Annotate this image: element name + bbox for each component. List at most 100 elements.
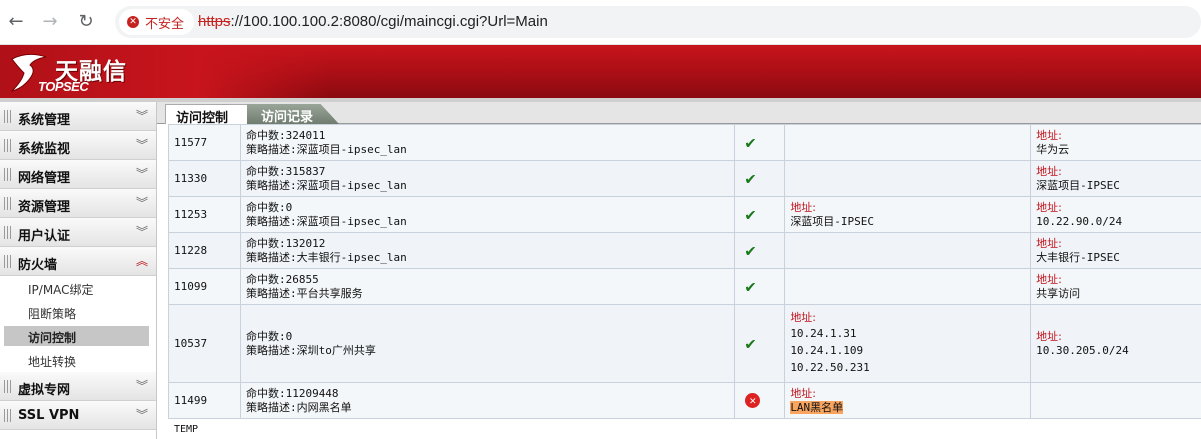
url-path: ://100.100.100.2:8080/cgi/maincgi.cgi?Ur… [230, 13, 548, 30]
check-icon[interactable]: ✔ [745, 169, 755, 189]
security-label: 不安全 [145, 16, 185, 32]
rule-id-cell: 11099 [168, 268, 241, 305]
sidebar: 系统管理 ︾ 系统监视 ︾ 网络管理 ︾ 资源管理 ︾ 用户认证 ︾ 防火墙 ︽… [0, 102, 157, 439]
rule-status-cell[interactable]: ✔ [734, 232, 786, 269]
rule-dest-cell: 地址: 大丰银行-IPSEC [1030, 232, 1201, 269]
grip-icon [4, 110, 12, 123]
check-icon[interactable]: ✔ [745, 241, 755, 261]
menu-network-management[interactable]: 网络管理 ︾ [0, 160, 156, 189]
grip-icon [4, 255, 12, 268]
sidebar-item-nat[interactable]: 地址转换 [0, 348, 156, 372]
check-icon[interactable]: ✔ [745, 205, 755, 225]
policy-description: 策略描述:大丰银行-ipsec_lan [245, 250, 407, 264]
rule-source-cell [784, 160, 1032, 197]
menu-firewall[interactable]: 防火墙 ︽ [0, 247, 156, 276]
policy-description: 策略描述:深圳to广州共享 [245, 343, 376, 357]
grip-icon [4, 409, 12, 422]
rule-id-cell: 11577 [168, 124, 241, 161]
hit-count: 命中数:0 [245, 200, 293, 214]
check-icon[interactable]: ✔ [745, 277, 755, 297]
menu-user-auth[interactable]: 用户认证 ︾ [0, 218, 156, 247]
rule-status-cell[interactable]: ✔ [734, 304, 786, 383]
menu-label: 虚拟专网 [18, 383, 71, 398]
address-value: 大丰银行-IPSEC [1036, 250, 1120, 264]
address-value: 深蓝项目-IPSEC [1036, 178, 1120, 192]
hit-count: 命中数:0 [245, 329, 293, 343]
chevron-double-down-icon: ︾ [135, 109, 148, 123]
forward-arrow-icon[interactable]: → [38, 10, 62, 34]
topsec-logo: 天融信 TOPSEC [8, 49, 138, 95]
policy-description: 策略描述:平台共享服务 [245, 286, 363, 300]
rule-status-cell[interactable]: ✔ [734, 124, 786, 161]
rule-dest-cell: 地址: 共享访问 [1030, 268, 1201, 305]
menu-ssl-vpn[interactable]: SSL VPN ︾ [0, 401, 156, 430]
rule-desc-cell: 命中数:0 策略描述:深蓝项目-ipsec_lan [239, 196, 736, 233]
table-row[interactable]: 11330 命中数:315837 策略描述:深蓝项目-ipsec_lan ✔ 地址: 深蓝… [168, 160, 1201, 197]
sidebar-item-block-policy[interactable]: 阻断策略 [0, 300, 156, 324]
table-row[interactable]: 11099 命中数:26855 策略描述:平台共享服务 ✔ 地址: 共享访问 [168, 268, 1201, 305]
address-value: 华为云 [1036, 142, 1070, 156]
rule-dest-cell: 地址: 华为云 [1030, 124, 1201, 161]
main-content: 访问控制 访问记录 11577 命中数:324011 策略描述:深蓝项目-ipsec… [157, 102, 1201, 439]
rule-status-cell[interactable]: ✔ [734, 196, 786, 233]
tab-access-log[interactable]: 访问记录 [247, 104, 339, 124]
hit-count: 命中数:11209448 [245, 386, 339, 400]
rule-source-cell: 地址: 深蓝项目-IPSEC [784, 196, 1032, 233]
chevron-double-down-icon: ︾ [135, 138, 148, 152]
table-row[interactable]: 11228 命中数:132012 策略描述:大丰银行-ipsec_lan ✔ 地址: 大丰… [168, 232, 1201, 269]
header-banner: 天融信 TOPSEC [0, 45, 1201, 98]
menu-label: 资源管理 [18, 200, 71, 215]
rule-status-cell[interactable]: ✔ [734, 268, 786, 305]
hit-count: 命中数:315837 [245, 164, 326, 178]
x-circle-icon[interactable]: ✕ [745, 393, 761, 408]
rule-id-cell: 10537 [168, 304, 241, 383]
logo-text-en: TOPSEC [38, 79, 89, 94]
sidebar-item-ip-mac-binding[interactable]: IP/MAC绑定 [0, 276, 156, 300]
menu-label: 防火墙 [18, 258, 58, 273]
menu-resource-management[interactable]: 资源管理 ︾ [0, 189, 156, 218]
menu-vpn[interactable]: 虚拟专网 ︾ [0, 372, 156, 401]
check-icon[interactable]: ✔ [745, 133, 755, 153]
check-icon[interactable]: ✔ [745, 334, 755, 354]
policy-description: 策略描述:内网黑名单 [245, 400, 352, 414]
sidebar-item-label: 访问控制 [28, 331, 77, 345]
menu-label: 用户认证 [18, 229, 71, 244]
url-text[interactable]: https://100.100.100.2:8080/cgi/maincgi.c… [198, 13, 548, 30]
tab-access-control[interactable]: 访问控制 [165, 104, 249, 126]
menu-label: 网络管理 [18, 171, 71, 186]
table-row[interactable]: 11499 命中数:11209448 策略描述:内网黑名单 ✕ 地址: LAN黑名单 [168, 382, 1201, 419]
grip-icon [4, 168, 12, 181]
rule-desc-cell: 命中数:0 策略描述:深圳to广州共享 [239, 304, 736, 383]
back-arrow-icon[interactable]: ← [4, 10, 28, 34]
reload-icon[interactable]: ↻ [74, 10, 98, 34]
table-row[interactable]: 10537 命中数:0 策略描述:深圳to广州共享 ✔ 地址: 10.24.1.31 10.… [168, 304, 1201, 383]
rule-id-cell: 11253 [168, 196, 241, 233]
menu-system-monitor[interactable]: 系统监视 ︾ [0, 131, 156, 160]
sidebar-item-label: IP/MAC绑定 [28, 283, 94, 297]
policy-description: 策略描述:深蓝项目-ipsec_lan [245, 178, 407, 192]
table-row[interactable]: 11577 命中数:324011 策略描述:深蓝项目-ipsec_lan ✔ 地址: 华为… [168, 124, 1201, 161]
address-value: LAN黑名单 [790, 400, 1025, 415]
tab-bar: 访问控制 访问记录 [157, 102, 1201, 126]
url-protocol: https [198, 13, 231, 30]
address-value: 10.22.90.0/24 [1036, 214, 1123, 228]
address-label: 地址: [1036, 128, 1062, 142]
sidebar-item-access-control[interactable]: 访问控制 [0, 324, 156, 348]
rule-status-cell[interactable]: ✕ [734, 382, 786, 419]
address-value: 10.22.50.231 [790, 361, 870, 374]
active-highlight [4, 326, 149, 346]
rule-dest-cell: 地址: 10.22.90.0/24 [1030, 196, 1201, 233]
menu-label: SSL VPN [18, 408, 80, 423]
rule-desc-cell: 命中数:132012 策略描述:大丰银行-ipsec_lan [239, 232, 736, 269]
table-row[interactable]: 11253 命中数:0 策略描述:深蓝项目-ipsec_lan ✔ 地址: 深蓝项目-IP… [168, 196, 1201, 233]
address-label: 地址: [1036, 200, 1062, 214]
menu-system-management[interactable]: 系统管理 ︾ [0, 102, 156, 131]
security-indicator[interactable]: ✕ 不安全 [119, 9, 195, 35]
chevron-double-down-icon: ︾ [135, 225, 148, 239]
address-label: 地址: [790, 200, 817, 214]
address-bar[interactable]: ✕ 不安全 https://100.100.100.2:8080/cgi/mai… [115, 6, 1201, 38]
sidebar-item-label: 阻断策略 [28, 307, 77, 321]
rule-status-cell[interactable]: ✔ [734, 160, 786, 197]
rule-desc-cell: 命中数:324011 策略描述:深蓝项目-ipsec_lan [239, 124, 736, 161]
rule-source-cell [784, 124, 1032, 161]
